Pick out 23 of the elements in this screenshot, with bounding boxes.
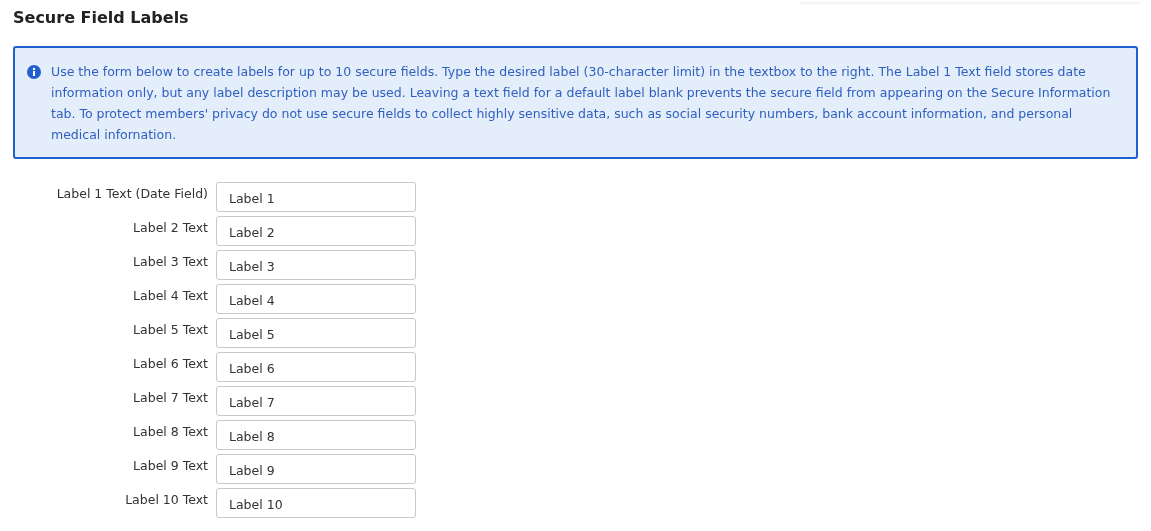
text-field[interactable]: Label 7 [216,386,416,416]
field-label: Label 4 Text [132,287,208,305]
text-field[interactable]: Label 6 [216,352,416,382]
info-icon [27,65,41,79]
section-title: Secure Field Labels [13,7,189,29]
text-field[interactable]: Label 2 [216,216,416,246]
text-field[interactable]: Label 10 [216,488,416,518]
text-field[interactable]: Label 4 [216,284,416,314]
text-field[interactable]: Label 8 [216,420,416,450]
info-text: Use the form below to create labels for up to 10 secure fields. Type the desired label (30-character limit) in the textbox to the right. The Label 1 Text field stores date information only, but any label description may be used. Leaving a text field for a default label blank prevents the secure field from appearing on the Secure Information tab. To protect members' privacy do not use secure fields to collect highly sensitive data, such as social security numbers, bank account information, and personal medical infornation. [51,63,1112,144]
text-field[interactable]: Label 1 [216,182,416,212]
field-label: Label 10 Text [124,491,208,509]
field-label: Label 9 Text [132,457,208,475]
field-label: Label 1 Text (Date Field) [55,185,208,203]
field-label: Label 3 Text [132,253,208,271]
field-label: Label 6 Text [132,355,208,373]
field-label: Label 2 Text [132,219,208,237]
field-label: Label 7 Text [132,389,208,407]
field-label: Label 5 Text [132,321,208,339]
text-field[interactable]: Label 3 [216,250,416,280]
text-field[interactable]: Label 5 [216,318,416,348]
text-field[interactable]: Label 9 [216,454,416,484]
field-label: Label 8 Text [132,423,208,441]
